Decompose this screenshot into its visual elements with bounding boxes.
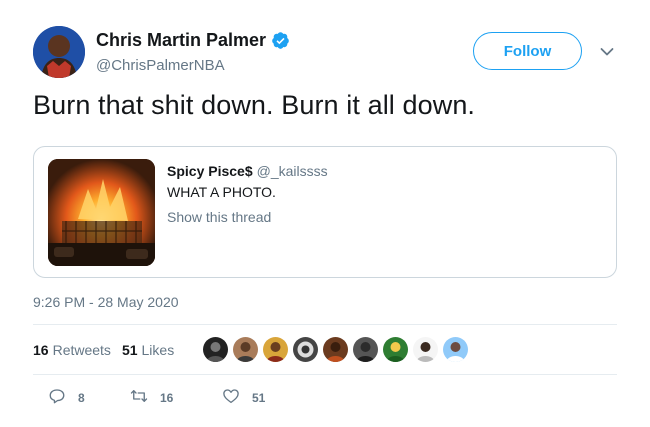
reply-count: 8 <box>78 390 85 405</box>
likes-label: Likes <box>141 342 175 358</box>
author-avatar[interactable] <box>33 26 85 78</box>
quoted-handle: @_kailssss <box>256 163 328 179</box>
quoted-tweet-author: Spicy Pisce$ @_kailssss <box>167 163 328 179</box>
like-count: 51 <box>252 390 266 405</box>
heart-icon <box>222 387 240 408</box>
liker-avatar[interactable] <box>443 337 468 362</box>
likers-avatars <box>203 337 473 362</box>
chevron-down-icon[interactable] <box>600 44 614 56</box>
author-name-row: Chris Martin Palmer <box>96 30 290 51</box>
retweet-icon <box>130 387 148 408</box>
quoted-tweet-card[interactable]: Spicy Pisce$ @_kailssss WHAT A PHOTO. Sh… <box>33 146 617 278</box>
show-thread-link[interactable]: Show this thread <box>167 209 271 225</box>
retweets-label: Retweets <box>52 342 111 358</box>
tweet-timestamp[interactable]: 9:26 PM - 28 May 2020 <box>33 294 179 310</box>
author-display-name[interactable]: Chris Martin Palmer <box>96 30 266 51</box>
author-handle[interactable]: @ChrisPalmerNBA <box>96 57 225 74</box>
tweet-text: Burn that shit down. Burn it all down. <box>33 90 476 120</box>
liker-avatar[interactable] <box>383 337 408 362</box>
liker-avatar[interactable] <box>413 337 438 362</box>
liker-avatar[interactable] <box>203 337 228 362</box>
liker-avatar[interactable] <box>263 337 288 362</box>
tweet-actions: 8 16 51 <box>36 387 265 408</box>
engagement-stats: 16 Retweets 51 Likes <box>33 342 185 358</box>
liker-avatar[interactable] <box>323 337 348 362</box>
likes-stat[interactable]: 51 Likes <box>122 342 174 358</box>
retweet-button[interactable]: 16 <box>118 387 210 408</box>
quoted-display-name: Spicy Pisce$ <box>167 163 253 179</box>
quoted-tweet-text: WHAT A PHOTO. <box>167 184 276 200</box>
retweet-count: 16 <box>160 390 174 405</box>
divider <box>33 374 617 375</box>
retweets-stat[interactable]: 16 Retweets <box>33 342 111 358</box>
likes-count: 51 <box>121 342 138 358</box>
like-button[interactable]: 51 <box>210 387 265 408</box>
reply-button[interactable]: 8 <box>36 387 118 408</box>
liker-avatar[interactable] <box>353 337 378 362</box>
quoted-tweet-image[interactable] <box>48 159 155 266</box>
liker-avatar[interactable] <box>293 337 318 362</box>
divider <box>33 324 617 325</box>
liker-avatar[interactable] <box>233 337 258 362</box>
retweets-count: 16 <box>33 342 49 358</box>
follow-button[interactable]: Follow <box>473 32 582 70</box>
reply-icon <box>48 387 66 408</box>
verified-badge-icon <box>271 31 290 50</box>
